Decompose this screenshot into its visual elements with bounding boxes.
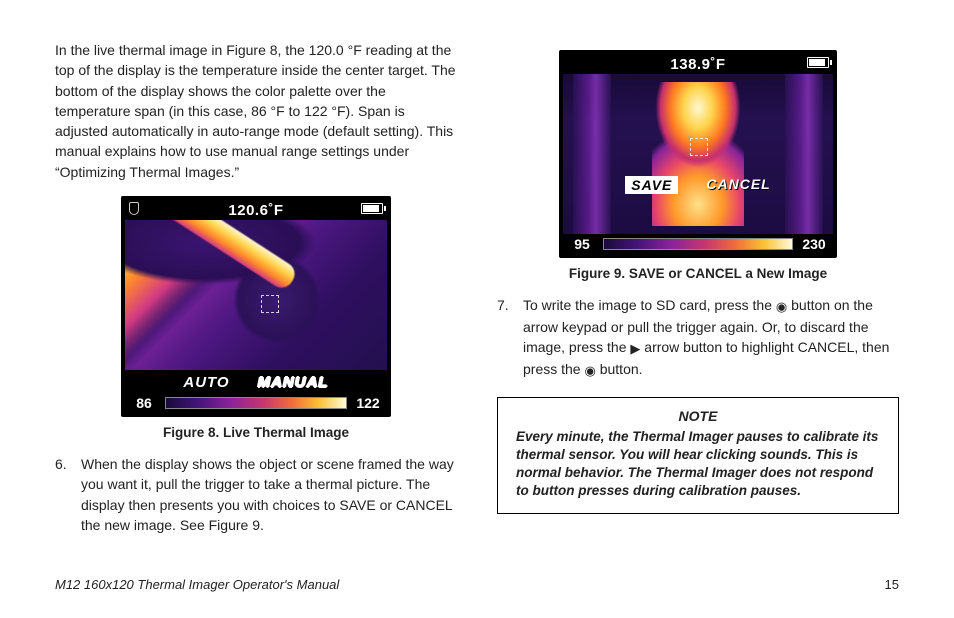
- note-title: NOTE: [516, 408, 880, 424]
- cancel-option: CANCEL: [706, 176, 770, 194]
- battery-icon: [361, 203, 383, 214]
- span-low: 95: [567, 236, 597, 252]
- intro-paragraph: In the live thermal image in Figure 8, t…: [55, 40, 457, 182]
- palette-gradient: [603, 238, 793, 250]
- note-body: Every minute, the Thermal Imager pauses …: [516, 428, 880, 501]
- step-7: 7. To write the image to SD card, press …: [497, 295, 899, 381]
- step-6: 6. When the display shows the object or …: [55, 454, 457, 535]
- step-text: When the display shows the object or sce…: [81, 454, 457, 535]
- emissivity-icon: [129, 202, 139, 215]
- center-reticle-icon: [690, 138, 708, 156]
- right-arrow-icon: ▶: [630, 341, 640, 356]
- span-low: 86: [129, 395, 159, 411]
- save-option: SAVE: [625, 176, 678, 194]
- enter-button-icon: ◉: [776, 299, 787, 314]
- center-reticle-icon: [261, 295, 279, 313]
- save-cancel-row: SAVE CANCEL: [563, 176, 833, 194]
- mode-manual: MANUAL: [258, 374, 329, 391]
- thermal-display-savecancel: 138.9˚F SAVE CANCEL 95: [559, 50, 837, 258]
- thermal-display-live: 120.6˚F AUTO MANUAL 86 122: [121, 196, 391, 417]
- span-high: 230: [799, 236, 829, 252]
- figure-9-caption: Figure 9. SAVE or CANCEL a New Image: [497, 266, 899, 281]
- step-number: 7.: [497, 295, 523, 381]
- step-text: To write the image to SD card, press the…: [523, 295, 899, 381]
- palette-gradient: [165, 397, 347, 409]
- right-column: 138.9˚F SAVE CANCEL 95: [497, 40, 899, 545]
- note-box: NOTE Every minute, the Thermal Imager pa…: [497, 397, 899, 514]
- span-high: 122: [353, 395, 383, 411]
- page-number: 15: [885, 577, 899, 592]
- center-temp: 138.9˚F: [670, 56, 725, 73]
- figure-8-caption: Figure 8. Live Thermal Image: [55, 425, 457, 440]
- step-number: 6.: [55, 454, 81, 535]
- left-column: In the live thermal image in Figure 8, t…: [55, 40, 457, 545]
- page-footer: M12 160x120 Thermal Imager Operator's Ma…: [55, 577, 899, 592]
- mode-auto: AUTO: [183, 374, 229, 391]
- palette-bar: 95 230: [563, 234, 833, 254]
- figure-9: 138.9˚F SAVE CANCEL 95: [497, 50, 899, 258]
- palette-bar: 86 122: [125, 393, 387, 413]
- figure-8: 120.6˚F AUTO MANUAL 86 122: [55, 196, 457, 417]
- center-temp: 120.6˚F: [228, 202, 283, 219]
- range-mode-row: AUTO MANUAL: [125, 370, 387, 393]
- battery-icon: [807, 57, 829, 68]
- enter-button-icon: ◉: [584, 363, 595, 378]
- manual-title: M12 160x120 Thermal Imager Operator's Ma…: [55, 577, 339, 592]
